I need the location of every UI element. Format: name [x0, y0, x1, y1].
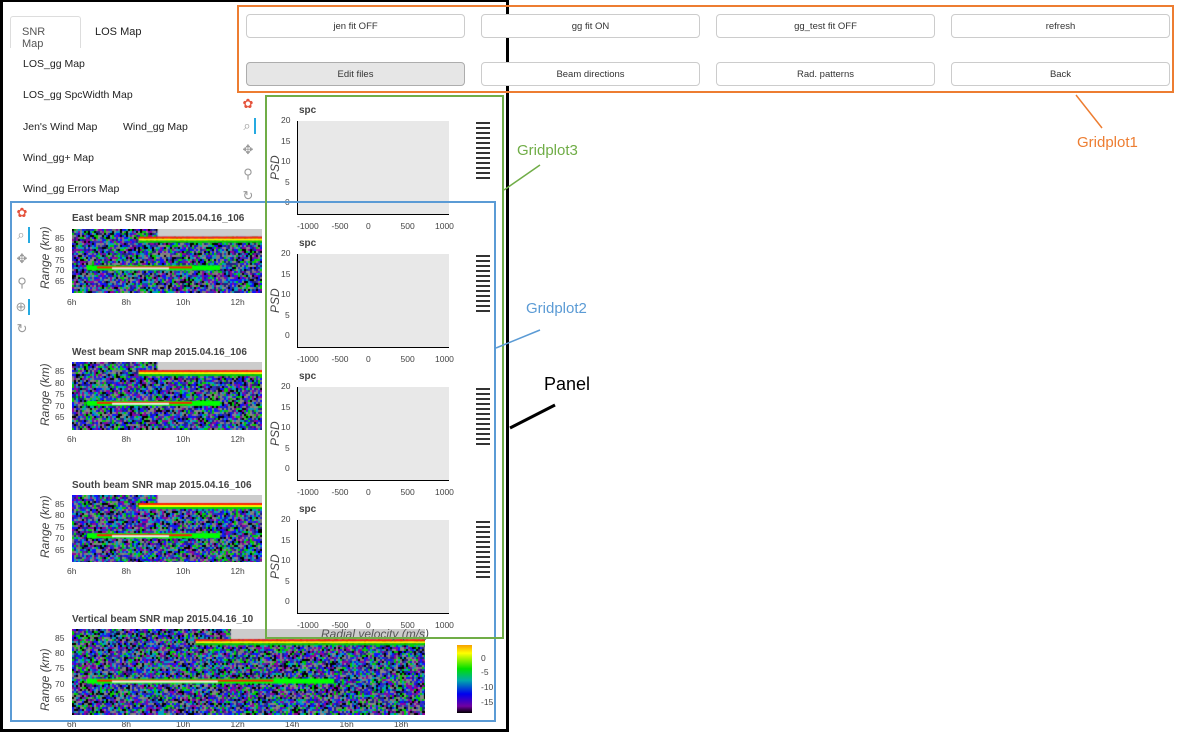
- panel-label: Panel: [544, 374, 590, 395]
- gridplot2-label: Gridplot2: [526, 300, 587, 317]
- gridplot3-label: Gridplot3: [517, 142, 578, 159]
- gridplot1-label: Gridplot1: [1077, 134, 1138, 151]
- panel-pointer: [510, 405, 555, 428]
- annotation-lines: [0, 0, 1185, 732]
- gridplot3-pointer: [504, 165, 540, 190]
- gridplot1-pointer: [1076, 95, 1102, 128]
- gridplot2-pointer: [496, 330, 540, 348]
